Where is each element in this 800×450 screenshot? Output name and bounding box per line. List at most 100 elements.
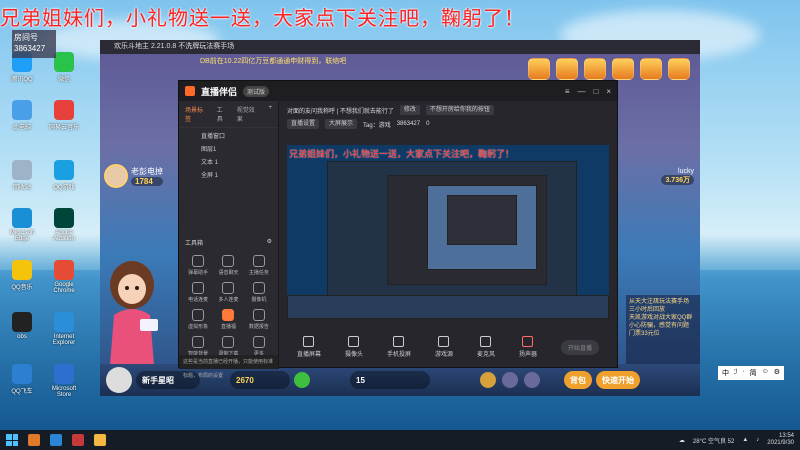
tab-scenes[interactable]: 场景标签 [185,105,209,123]
ime-item[interactable]: 中 [722,368,729,378]
desktop-icon[interactable]: 网易云音乐 [46,100,82,131]
add-scene-icon[interactable]: + [269,105,273,123]
bottom-tool-label: 摄像头 [344,352,363,358]
maximize-icon[interactable]: □ [593,87,598,96]
ime-item[interactable]: 简 [750,368,757,378]
stream-toolbar: 对面的友问我称呼 | 不想我们就去能行了 修改 不想开房给你我的按钮 直播设置 … [279,101,617,131]
quick-start-button[interactable]: 快速开始 [596,371,640,389]
desktop-icon[interactable]: Adobe Audition [46,208,82,242]
ime-item[interactable]: ☺ [762,368,769,378]
tool-button[interactable]: 电话连麦 [183,282,213,303]
mail-icon[interactable] [528,58,550,80]
stream-title[interactable]: 对面的友问我称呼 | 不想我们就去能行了 [287,106,394,115]
tool-icon [252,255,265,267]
desktop-icon[interactable]: Microsoft Edge [4,208,40,242]
network-icon[interactable]: ▲ [742,437,748,443]
tool-button[interactable]: 摄像机 [244,282,274,303]
start-icon[interactable] [6,434,18,446]
scene-item[interactable]: 直播窗口 [179,128,278,141]
tool-button[interactable]: 录制下载 [213,336,243,357]
clock[interactable]: 13:54 2021/9/30 [767,433,794,447]
tab-tools[interactable]: 工具 [217,105,229,123]
tool-icon [252,336,265,348]
shop-icon[interactable] [612,58,634,80]
microphone-button[interactable]: 麦克风 [477,336,495,358]
taskbar-app-icon[interactable] [28,434,40,446]
phone-mirror-button[interactable]: 手机投屏 [387,336,411,358]
volume-icon[interactable]: ♪ [756,437,759,443]
tools-title: 工具箱 [185,241,204,247]
desktop-icon[interactable]: QQ游戏 [46,160,82,191]
desktop-icon[interactable]: Google Chrome [46,260,82,294]
stream-preview[interactable]: 兄弟姐妹们，小礼物送一送，大家点下关注吧，鞠躬了！ [287,145,609,319]
game-source-button[interactable]: 游戏源 [435,336,453,358]
close-icon[interactable]: × [606,87,611,96]
tool-button[interactable]: 语音聊天 [213,255,243,276]
emoji-icon[interactable] [524,372,540,388]
tool-button[interactable]: 数据报告 [244,309,274,330]
large-screen-chip[interactable]: 大屏展示 [325,119,358,129]
coin-icon[interactable] [668,58,690,80]
desktop-icon[interactable]: Internet Explorer [46,312,82,346]
tools-settings-icon[interactable]: ⚙ [267,238,272,247]
desktop-icon[interactable]: 此电脑 [4,100,40,131]
desktop-icon[interactable]: Microsoft Store [46,364,82,398]
scene-item[interactable]: 文本 1 [179,154,278,167]
bag-button[interactable]: 背包 [564,371,592,389]
app-icon [54,100,74,120]
room-id-value: 3863427 [14,44,46,53]
settings-icon[interactable] [480,372,496,388]
edit-title-button[interactable]: 修改 [399,105,420,115]
speaker-button[interactable]: 扬声器 [519,336,537,358]
screen-capture-button[interactable]: 直播屏幕 [297,336,321,358]
tools-header: 工具箱 ⚙ [179,234,278,251]
tool-button[interactable]: 更多 [244,336,274,357]
desktop-icon[interactable]: obs [4,312,40,340]
chat-icon[interactable] [502,372,518,388]
desktop-icon[interactable]: QQ飞车 [4,364,40,395]
phone-icon [393,336,405,347]
minimize-icon[interactable]: — [577,87,585,96]
task-icon[interactable] [584,58,606,80]
tool-button[interactable]: 多人连麦 [213,282,243,303]
tab-effects[interactable]: 视觉效果 [237,105,261,123]
tool-button[interactable]: 虚拟形象 [183,309,213,330]
game-notice: DB前在10.22四亿万豆都通通申财得到，联络吧 [200,58,347,65]
game-title-bar[interactable]: 欢乐斗地主 2.21.0.8 不洗牌玩法赛手场 [100,40,700,54]
desktop-icon[interactable]: QQ音乐 [4,260,40,291]
stream-app-window[interactable]: 直播伴侣 测试版 ≡ — □ × 场景标签 工具 视觉效果 + 直播窗口 图层1… [178,80,618,379]
ime-item[interactable]: ℐ [734,368,737,378]
title-option-button[interactable]: 不想开房给你我的按钮 [425,105,494,115]
desktop-icon-label: QQ音乐 [11,285,33,291]
tool-button[interactable]: 弹幕助手 [183,255,213,276]
player-avatar[interactable] [106,367,132,393]
bag-icon[interactable] [640,58,662,80]
scene-item[interactable]: 全屏 1 [179,167,278,180]
tool-button[interactable]: 智能背景 [183,336,213,357]
tool-button[interactable]: 直播福 [213,309,243,330]
weather-text[interactable]: 28°C 空气良 52 [693,436,734,445]
ime-item[interactable]: · [742,368,744,378]
desktop-icon-label: QQ飞车 [11,389,33,395]
folder-icon[interactable] [94,434,106,446]
weather-icon: ☁ [678,437,685,444]
ime-toolbar[interactable]: 中 ℐ · 简 ☺ ⚙ [718,366,785,380]
bottom-tool-label: 游戏源 [434,352,453,358]
menu-icon[interactable]: ≡ [565,87,570,96]
microphone-icon [480,336,492,347]
scene-item[interactable]: 图层1 [179,141,278,154]
stream-settings-chip[interactable]: 直播设置 [287,119,320,129]
bottom-tool-label: 直播屏幕 [296,352,321,358]
ime-item[interactable]: ⚙ [774,368,780,378]
tool-button[interactable]: 主播任务 [244,255,274,276]
clock-time: 13:54 [778,433,794,439]
gift-icon[interactable] [556,58,578,80]
add-beans-button[interactable] [294,372,310,388]
camera-button[interactable]: 摄像头 [345,336,363,358]
taskbar-app-icon[interactable] [72,434,84,446]
taskbar-app-icon[interactable] [50,434,62,446]
tool-label: 虚拟形象 [188,324,209,330]
start-stream-button[interactable]: 开始直播 [560,339,599,355]
desktop-icon[interactable]: 回收站 [4,160,40,191]
tool-icon [222,255,235,267]
